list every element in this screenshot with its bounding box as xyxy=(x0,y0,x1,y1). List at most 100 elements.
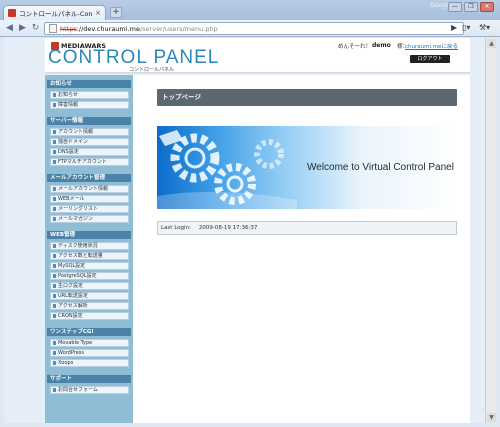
main-content: トップページ Welcome to Virtual Control Panel xyxy=(133,75,470,423)
sidebar-section-title: サーバー情報 xyxy=(47,117,131,125)
sidebar-item[interactable]: WordPress xyxy=(50,349,129,357)
sidebar-item[interactable]: 生ログ設定 xyxy=(50,282,129,290)
maximize-button[interactable]: ❐ xyxy=(464,2,478,12)
sidebar-item-label: メールアカウント情報 xyxy=(58,186,109,192)
sidebar-item[interactable]: Xoops xyxy=(50,359,129,367)
bullet-icon xyxy=(53,140,56,144)
last-login-box: Last Login: 2009-08-19 17:36:37 xyxy=(157,221,457,235)
sidebar-section-title: メールアカウント管理 xyxy=(47,174,131,182)
return-link[interactable]: churaumi.meに戻る xyxy=(405,42,458,50)
minimize-button[interactable]: — xyxy=(448,2,462,12)
bullet-icon xyxy=(53,93,56,97)
bullet-icon xyxy=(53,351,56,355)
url-host: ://dev.churaumi.me xyxy=(76,24,140,33)
sidebar-item[interactable]: メールアカウント情報 xyxy=(50,185,129,193)
bullet-icon xyxy=(53,274,56,278)
sidebar-section-title: ワンステップCGI xyxy=(47,328,131,336)
sidebar-section-title: お知らせ xyxy=(47,80,131,88)
sidebar-item[interactable]: Movable Type xyxy=(50,339,129,347)
bullet-icon xyxy=(53,294,56,298)
bullet-icon xyxy=(53,187,56,191)
sidebar-item[interactable]: お問合せフォーム xyxy=(50,386,129,394)
close-tab-icon[interactable]: × xyxy=(95,9,101,17)
last-login-value: 2009-08-19 17:36:37 xyxy=(198,225,258,231)
last-login-label: Last Login: xyxy=(161,225,191,231)
sidebar-item[interactable]: メールマガジン xyxy=(50,215,129,223)
go-icon[interactable]: ▶ xyxy=(451,23,457,32)
url-path: /server/users/menu.php xyxy=(139,24,218,33)
sidebar-item[interactable]: WEBメール xyxy=(50,195,129,203)
sidebar-item-label: アクセス数と転送量 xyxy=(58,253,103,259)
sidebar-item-label: 独自ドメイン xyxy=(58,139,89,145)
sidebar-item[interactable]: MySQL設定 xyxy=(50,262,129,270)
logout-label: ログアウト xyxy=(417,56,443,62)
forward-icon[interactable]: ▶ xyxy=(17,23,28,34)
sidebar-item-label: CRON設定 xyxy=(58,313,83,319)
sidebar: お知らせ お知らせ 障害情報 サーバー情報 アカウント情報 独自ドメイン DNS設定 FTPマ… xyxy=(45,75,133,423)
page-viewport: MEDIAWARS CONTROL PANEL コントロールパネル めんそーれ！… xyxy=(4,38,493,423)
wrench-icon[interactable]: ⚒▾ xyxy=(479,23,490,32)
scroll-down-icon[interactable]: ▼ xyxy=(487,413,496,422)
sidebar-item[interactable]: メーリングリスト xyxy=(50,205,129,213)
bullet-icon xyxy=(53,361,56,365)
bullet-icon xyxy=(53,217,56,221)
tab-title: コントロールパネル-Control ... xyxy=(19,10,93,18)
favicon-icon xyxy=(8,9,16,17)
sidebar-item-label: MySQL設定 xyxy=(58,263,86,269)
vertical-scrollbar[interactable]: ▲ ▼ xyxy=(485,38,496,423)
close-window-button[interactable]: ✕ xyxy=(480,2,494,12)
sidebar-item-label: ディスク使用状況 xyxy=(58,243,98,249)
site-header: MEDIAWARS CONTROL PANEL コントロールパネル めんそーれ！… xyxy=(45,38,470,75)
banner-text: Welcome to Virtual Control Panel xyxy=(307,162,454,173)
sidebar-item-label: Movable Type xyxy=(58,340,93,346)
sidebar-item[interactable]: アカウント情報 xyxy=(50,128,129,136)
sidebar-section-title: WEB管理 xyxy=(47,231,131,239)
sidebar-item-label: お知らせ xyxy=(58,92,78,98)
sidebar-item[interactable]: URL転送設定 xyxy=(50,292,129,300)
welcome-banner: Welcome to Virtual Control Panel xyxy=(157,126,457,209)
sidebar-item-label: アカウント情報 xyxy=(58,129,94,135)
sidebar-item[interactable]: CRON設定 xyxy=(50,312,129,320)
browser-tab[interactable]: コントロールパネル-Control ... × xyxy=(3,5,106,20)
sidebar-item-label: メールマガジン xyxy=(58,216,94,222)
sidebar-section-title: サポート xyxy=(47,375,131,383)
new-tab-button[interactable]: + xyxy=(110,7,122,18)
sidebar-item[interactable]: 障害情報 xyxy=(50,101,129,109)
bullet-icon xyxy=(53,264,56,268)
page-heading: トップページ xyxy=(157,89,457,106)
sidebar-item[interactable]: PostgreSQL設定 xyxy=(50,272,129,280)
sidebar-item-label: お問合せフォーム xyxy=(58,387,98,393)
sidebar-item[interactable]: お知らせ xyxy=(50,91,129,99)
bullet-icon xyxy=(53,244,56,248)
sidebar-item-label: WEBメール xyxy=(58,196,85,202)
username: demo xyxy=(372,42,391,49)
bullet-icon xyxy=(53,130,56,134)
welcome-message: めんそーれ！ xyxy=(338,44,372,50)
sidebar-item[interactable]: FTPマルチアカウント xyxy=(50,158,129,166)
bullet-icon xyxy=(53,160,56,164)
sidebar-item[interactable]: DNS設定 xyxy=(50,148,129,156)
sidebar-item[interactable]: アクセス数と転送量 xyxy=(50,252,129,260)
bullet-icon xyxy=(53,314,56,318)
sidebar-item-label: メーリングリスト xyxy=(58,206,99,212)
sidebar-item[interactable]: ディスク使用状況 xyxy=(50,242,129,250)
sidebar-item-label: URL転送設定 xyxy=(58,293,88,299)
control-panel-page: MEDIAWARS CONTROL PANEL コントロールパネル めんそーれ！… xyxy=(45,38,470,423)
sidebar-item-label: FTPマルチアカウント xyxy=(58,159,107,165)
bullet-icon xyxy=(53,304,56,308)
sidebar-item[interactable]: 独自ドメイン xyxy=(50,138,129,146)
browser-toolbar: ◀ ▶ ↻ https ://dev.churaumi.me /server/u… xyxy=(0,20,500,37)
page-menu-icon[interactable]: ▯▾ xyxy=(462,23,470,32)
sidebar-item-label: Xoops xyxy=(58,360,74,366)
sidebar-item-label: アクセス解析 xyxy=(58,303,88,309)
bullet-icon xyxy=(53,284,56,288)
reload-icon[interactable]: ↻ xyxy=(30,23,41,34)
bullet-icon xyxy=(53,341,56,345)
scroll-up-icon[interactable]: ▲ xyxy=(487,39,496,48)
logout-button[interactable]: ログアウト xyxy=(410,55,450,63)
sidebar-item-label: PostgreSQL設定 xyxy=(58,273,97,279)
sidebar-item[interactable]: アクセス解析 xyxy=(50,302,129,310)
address-bar[interactable]: https ://dev.churaumi.me /server/users/m… xyxy=(44,22,464,35)
url-scheme: https xyxy=(60,24,77,33)
back-icon[interactable]: ◀ xyxy=(4,23,15,34)
